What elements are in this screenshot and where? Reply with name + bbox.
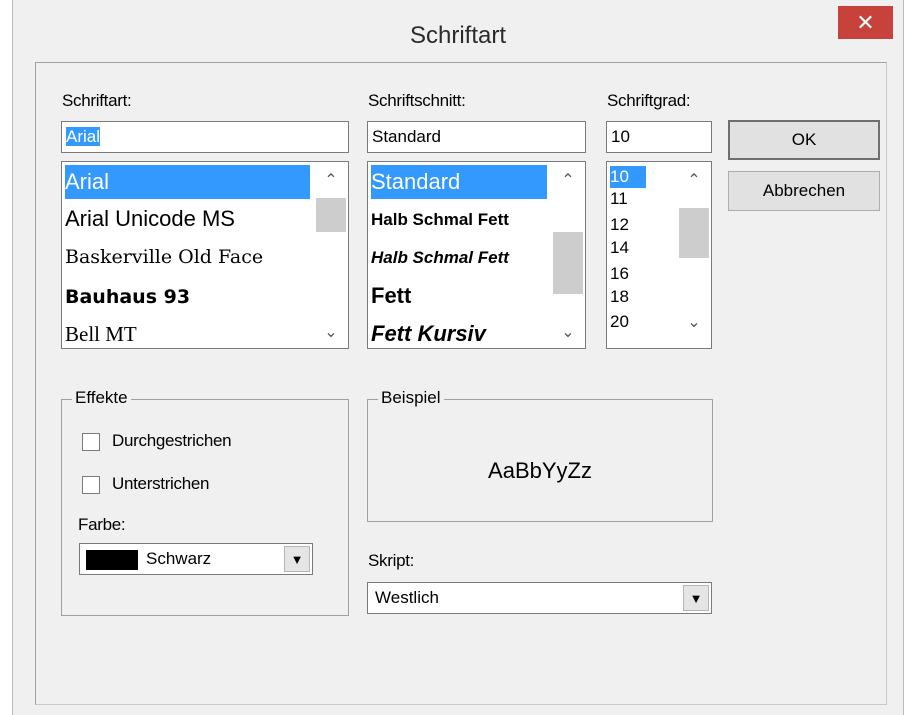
font-list-item[interactable]: Bell MT [65,317,137,348]
font-dialog: Schriftart ✕ Schriftart: Arial Arial Ari… [12,0,904,715]
font-name-input-value: Arial [66,127,101,146]
sample-group: Beispiel AaBbYyZz [367,388,713,522]
sample-group-title: Beispiel [378,388,444,408]
font-list-item[interactable]: Arial Unicode MS [65,202,235,236]
size-list-item[interactable]: 10 [610,166,646,188]
close-icon: ✕ [856,10,875,35]
style-list-item[interactable]: Fett [371,279,411,313]
size-list-item[interactable]: 16 [610,263,629,285]
font-list-scroll-thumb[interactable] [316,198,346,232]
triangle-down-icon[interactable]: ▼ [284,546,310,572]
font-size-input-value: 10 [611,127,630,146]
chevron-down-icon[interactable]: ⌄ [677,312,711,332]
dialog-title: Schriftart [409,22,507,49]
ok-button[interactable]: OK [728,120,880,160]
color-swatch [86,550,138,570]
color-label: Farbe: [78,515,126,534]
style-list-scrollbar[interactable]: ⌃ ⌄ [551,162,585,348]
effects-group-title: Effekte [72,388,131,408]
underline-checkbox[interactable] [82,476,100,494]
style-list-item[interactable]: Halb Schmal Fett [371,203,509,237]
style-label: Schriftschnitt: [368,91,466,110]
chevron-up-icon[interactable]: ⌃ [551,170,585,190]
font-style-input-value: Standard [372,127,441,146]
sample-text: AaBbYyZz [488,458,592,483]
script-select-value: Westlich [375,588,439,607]
style-list-item[interactable]: Standard [371,165,547,199]
style-list-scroll-thumb[interactable] [553,232,583,294]
size-list-item[interactable]: 11 [610,188,628,210]
font-list-item[interactable]: Baskerville Old Face [65,240,263,274]
font-style-listbox[interactable]: Standard Halb Schmal Fett Halb Schmal Fe… [367,161,586,349]
size-list-item[interactable]: 20 [610,311,629,333]
triangle-down-icon[interactable]: ▼ [683,585,709,611]
font-style-input[interactable]: Standard [367,121,586,153]
size-label: Schriftgrad: [607,91,691,110]
style-list-item[interactable]: Halb Schmal Fett [371,241,509,275]
size-list-item[interactable]: 18 [610,286,629,308]
size-list-scrollbar[interactable]: ⌃ ⌄ [677,162,711,348]
font-label: Schriftart: [62,91,132,110]
effects-group: Effekte Durchgestrichen Unterstrichen Fa… [61,388,349,616]
script-label: Skript: [368,551,415,570]
strikethrough-checkbox[interactable] [82,433,100,451]
chevron-down-icon[interactable]: ⌄ [314,322,348,342]
font-name-input[interactable]: Arial [61,121,349,153]
chevron-down-icon[interactable]: ⌄ [551,322,585,342]
font-size-listbox[interactable]: 10 11 12 14 16 18 20 ⌃ ⌄ [606,161,712,349]
font-listbox[interactable]: Arial Arial Unicode MS Baskerville Old F… [61,161,349,349]
size-list-scroll-thumb[interactable] [679,208,709,258]
chevron-up-icon[interactable]: ⌃ [677,170,711,190]
dialog-client-area: Schriftart: Arial Arial Arial Unicode MS… [35,62,887,705]
chevron-up-icon[interactable]: ⌃ [314,170,348,190]
size-list-item[interactable]: 14 [610,237,629,259]
close-button[interactable]: ✕ [838,6,893,39]
style-list-item[interactable]: Fett Kursiv [371,317,486,348]
cancel-button[interactable]: Abbrechen [728,171,880,211]
strikethrough-label[interactable]: Durchgestrichen [112,431,232,451]
font-size-input[interactable]: 10 [606,121,712,153]
size-list-item[interactable]: 12 [610,214,629,236]
font-list-scrollbar[interactable]: ⌃ ⌄ [314,162,348,348]
font-list-item[interactable]: Arial [65,165,310,199]
font-list-item[interactable]: Bauhaus 93 [65,280,190,314]
color-select[interactable]: Schwarz ▼ [79,543,313,575]
color-select-value: Schwarz [146,549,212,568]
underline-label[interactable]: Unterstrichen [112,474,210,494]
script-select[interactable]: Westlich ▼ [367,582,712,614]
